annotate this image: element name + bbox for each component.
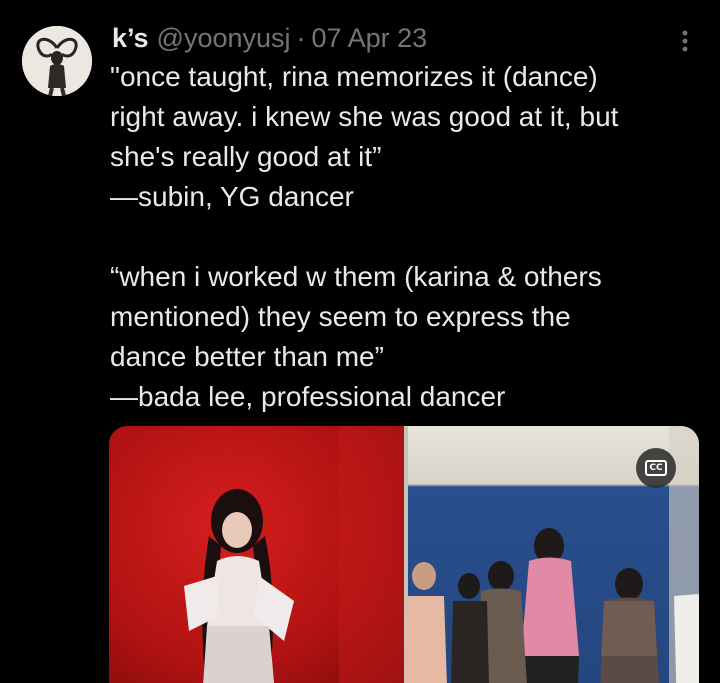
closed-captions-icon: CC: [645, 460, 667, 476]
user-handle[interactable]: @yoonyusj: [157, 20, 291, 56]
avatar-image: [22, 26, 92, 96]
tweet-line: dance better than me”: [110, 341, 384, 372]
tweet-line: —subin, YG dancer: [110, 181, 354, 212]
more-options-button[interactable]: [670, 26, 700, 56]
captions-button[interactable]: CC: [636, 448, 676, 488]
tweet-line: mentioned) they seem to express the: [110, 301, 571, 332]
tweet-line: "once taught, rina memorizes it (dance): [110, 61, 598, 92]
tweet-text: "once taught, rina memorizes it (dance) …: [110, 57, 710, 417]
avatar[interactable]: [22, 26, 92, 96]
more-options-icon: [682, 30, 688, 52]
tweet-header: k’s @yoonyusj · 07 Apr 23: [112, 20, 427, 56]
header-separator: ·: [296, 23, 306, 53]
video-thumbnail: [109, 426, 699, 683]
tweet-line-blank: [110, 217, 710, 257]
tweet-line: right away. i knew she was good at it, b…: [110, 101, 619, 132]
tweet-video[interactable]: [109, 426, 699, 683]
tweet-line: —bada lee, professional dancer: [110, 381, 506, 412]
tweet: k’s @yoonyusj · 07 Apr 23 "once taught, …: [0, 0, 720, 683]
tweet-line: “when i worked w them (karina & others: [110, 261, 602, 292]
display-name[interactable]: k’s: [112, 20, 149, 56]
tweet-date[interactable]: 07 Apr 23: [312, 20, 428, 56]
tweet-line: she's really good at it”: [110, 141, 382, 172]
